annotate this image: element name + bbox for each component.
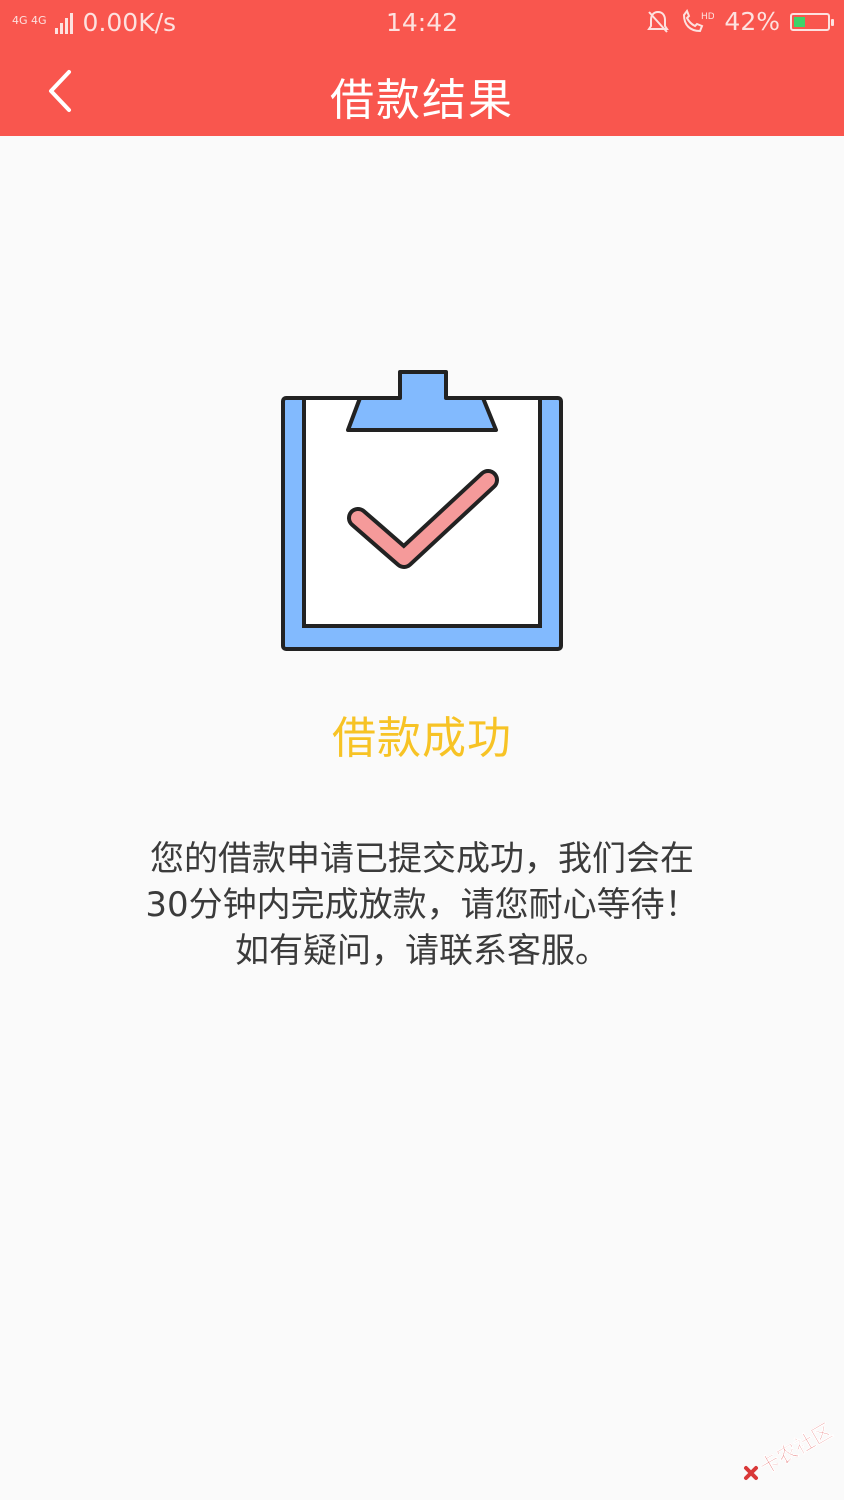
battery-level xyxy=(794,16,806,27)
svg-text:HD: HD xyxy=(701,12,714,22)
watermark-icon: 卡农社区 xyxy=(744,1418,837,1480)
bell-muted-icon xyxy=(647,10,670,33)
status-right: HD 42% xyxy=(646,7,834,36)
battery-icon xyxy=(790,12,834,31)
result-message: 您的借款申请已提交成功，我们会在 30分钟内完成放款，请您耐心等待！ 如有疑问，… xyxy=(100,836,744,974)
page-title: 借款结果 xyxy=(330,75,514,126)
watermark-text: 卡农社区 xyxy=(755,1418,836,1479)
message-line: 30分钟内完成放款，请您耐心等待！ xyxy=(145,885,699,925)
hd-call-icon: HD xyxy=(683,8,714,32)
battery-percent: 42% xyxy=(724,7,780,36)
message-line: 如有疑问，请联系客服。 xyxy=(235,931,609,971)
result-title: 借款成功 xyxy=(332,713,512,764)
clipboard-check-illustration xyxy=(278,368,568,658)
message-line: 您的借款申请已提交成功，我们会在 xyxy=(150,839,694,879)
nav-bar: 借款结果 xyxy=(0,46,844,136)
clipboard-check-icon xyxy=(281,370,563,651)
status-bar: 4G 4G 0.00K/s 14:42 HD 42% xyxy=(0,0,844,46)
watermark-logo: 卡农社区 xyxy=(738,1416,838,1486)
